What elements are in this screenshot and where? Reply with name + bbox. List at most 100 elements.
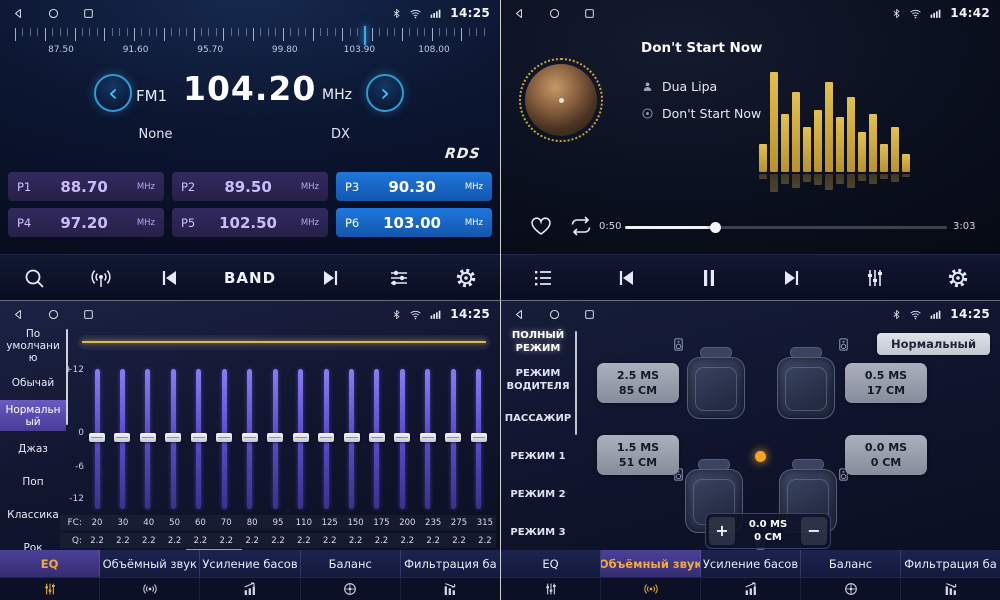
progress-bar[interactable] bbox=[625, 226, 947, 229]
next-track-button[interactable] bbox=[780, 266, 804, 290]
slider-knob[interactable] bbox=[318, 433, 334, 442]
slider-knob[interactable] bbox=[344, 433, 360, 442]
bass-boost-icon[interactable] bbox=[701, 578, 801, 600]
delay-button-rear-right[interactable]: 0.0 MS0 CM bbox=[845, 435, 927, 475]
mode-item-4[interactable]: РЕЖИМ 2 bbox=[501, 481, 575, 507]
tab-balance[interactable]: Баланс bbox=[801, 550, 901, 577]
playlist-button[interactable] bbox=[531, 266, 555, 290]
slider-knob[interactable] bbox=[140, 433, 156, 442]
back-icon[interactable] bbox=[12, 308, 25, 321]
slider-knob[interactable] bbox=[165, 433, 181, 442]
eq-band-slider-110[interactable] bbox=[290, 369, 312, 509]
slider-knob[interactable] bbox=[191, 433, 207, 442]
home-icon[interactable] bbox=[548, 7, 561, 20]
eq-band-slider-175[interactable] bbox=[366, 369, 388, 509]
home-icon[interactable] bbox=[47, 308, 60, 321]
listening-position-dot[interactable] bbox=[755, 451, 766, 462]
slider-knob[interactable] bbox=[114, 433, 130, 442]
slider-knob[interactable] bbox=[369, 433, 385, 442]
increase-delay-button[interactable]: + bbox=[709, 517, 735, 545]
eq-preset-item-1[interactable]: Обычай bbox=[0, 367, 66, 398]
eq-sliders-icon[interactable] bbox=[501, 578, 601, 600]
recents-icon[interactable] bbox=[583, 7, 596, 20]
frequency-ruler[interactable]: 87.50 91.60 95.70 99.80 103.90 108.00 bbox=[15, 28, 485, 62]
tab-surround-sound[interactable]: Объёмный звук bbox=[100, 550, 200, 577]
eq-preset-item-5[interactable]: Классика bbox=[0, 499, 66, 530]
audio-settings-button[interactable] bbox=[863, 266, 887, 290]
eq-band-slider-235[interactable] bbox=[417, 369, 439, 509]
tune-up-button[interactable]: › bbox=[366, 74, 404, 112]
next-station-button[interactable] bbox=[319, 266, 343, 290]
eq-sliders-icon[interactable] bbox=[0, 578, 100, 600]
slider-knob[interactable] bbox=[445, 433, 461, 442]
tab-bass-boost[interactable]: Усиление басов bbox=[200, 550, 300, 577]
delay-button-front-right[interactable]: 0.5 MS17 CM bbox=[845, 363, 927, 403]
tab-eq[interactable]: EQ bbox=[0, 550, 100, 577]
settings-button[interactable] bbox=[454, 266, 478, 290]
mode-item-5[interactable]: РЕЖИМ 3 bbox=[501, 519, 575, 545]
tab-bass-filter[interactable]: Фильтрация ба bbox=[401, 550, 500, 577]
slider-knob[interactable] bbox=[89, 433, 105, 442]
auto-scan-button[interactable] bbox=[89, 266, 113, 290]
band-button[interactable]: BAND bbox=[224, 266, 276, 290]
tab-surround-sound[interactable]: Объёмный звук bbox=[601, 550, 701, 577]
eq-band-slider-40[interactable] bbox=[137, 369, 159, 509]
delay-button-rear-left[interactable]: 1.5 MS51 CM bbox=[597, 435, 679, 475]
mode-list-scrollbar[interactable] bbox=[575, 331, 577, 435]
preset-p1-button[interactable]: P188.70MHz bbox=[8, 172, 164, 201]
favorite-button[interactable] bbox=[529, 214, 553, 238]
home-icon[interactable] bbox=[548, 308, 561, 321]
tab-bass-boost[interactable]: Усиление басов bbox=[701, 550, 801, 577]
preset-list-scrollbar[interactable] bbox=[66, 329, 68, 425]
recents-icon[interactable] bbox=[583, 308, 596, 321]
pause-button[interactable] bbox=[697, 266, 721, 290]
audio-settings-button[interactable] bbox=[387, 266, 411, 290]
mode-item-1[interactable]: РЕЖИМ ВОДИТЕЛЯ bbox=[501, 367, 575, 393]
eq-band-slider-150[interactable] bbox=[341, 369, 363, 509]
preset-p4-button[interactable]: P497.20MHz bbox=[8, 208, 164, 237]
preset-p2-button[interactable]: P289.50MHz bbox=[172, 172, 328, 201]
eq-band-slider-315[interactable] bbox=[468, 369, 490, 509]
eq-preset-item-2[interactable]: Нормальный bbox=[0, 400, 66, 431]
recents-icon[interactable] bbox=[82, 7, 95, 20]
back-icon[interactable] bbox=[12, 7, 25, 20]
delay-button-front-left[interactable]: 2.5 MS85 CM bbox=[597, 363, 679, 403]
filter-icon[interactable] bbox=[901, 578, 1000, 600]
eq-band-slider-95[interactable] bbox=[264, 369, 286, 509]
slider-knob[interactable] bbox=[242, 433, 258, 442]
decrease-delay-button[interactable]: − bbox=[801, 517, 827, 545]
repeat-button[interactable] bbox=[569, 214, 593, 238]
slider-knob[interactable] bbox=[420, 433, 436, 442]
eq-band-slider-200[interactable] bbox=[391, 369, 413, 509]
eq-band-slider-60[interactable] bbox=[188, 369, 210, 509]
eq-band-slider-70[interactable] bbox=[213, 369, 235, 509]
surround-icon[interactable] bbox=[601, 578, 701, 600]
home-icon[interactable] bbox=[47, 7, 60, 20]
eq-band-slider-275[interactable] bbox=[442, 369, 464, 509]
slider-knob[interactable] bbox=[471, 433, 487, 442]
tab-bass-filter[interactable]: Фильтрация ба bbox=[901, 550, 1000, 577]
balance-icon[interactable] bbox=[301, 578, 401, 600]
bass-boost-icon[interactable] bbox=[200, 578, 300, 600]
preset-p3-button[interactable]: P390.30MHz bbox=[336, 172, 492, 201]
balance-icon[interactable] bbox=[801, 578, 901, 600]
slider-knob[interactable] bbox=[394, 433, 410, 442]
filter-icon[interactable] bbox=[401, 578, 500, 600]
tab-eq[interactable]: EQ bbox=[501, 550, 601, 577]
eq-band-slider-20[interactable] bbox=[86, 369, 108, 509]
slider-knob[interactable] bbox=[216, 433, 232, 442]
slider-knob[interactable] bbox=[267, 433, 283, 442]
eq-band-slider-50[interactable] bbox=[162, 369, 184, 509]
settings-button[interactable] bbox=[946, 266, 970, 290]
progress-knob[interactable] bbox=[710, 222, 721, 233]
eq-band-slider-30[interactable] bbox=[111, 369, 133, 509]
back-icon[interactable] bbox=[513, 7, 526, 20]
profile-button[interactable]: Нормальный bbox=[877, 333, 990, 355]
recents-icon[interactable] bbox=[82, 308, 95, 321]
eq-preset-item-0[interactable]: По умолчанию bbox=[0, 327, 66, 365]
surround-icon[interactable] bbox=[100, 578, 200, 600]
tune-down-button[interactable]: ‹ bbox=[94, 74, 132, 112]
preset-p5-button[interactable]: P5102.50MHz bbox=[172, 208, 328, 237]
eq-preset-item-3[interactable]: Джаз bbox=[0, 433, 66, 464]
back-icon[interactable] bbox=[513, 308, 526, 321]
